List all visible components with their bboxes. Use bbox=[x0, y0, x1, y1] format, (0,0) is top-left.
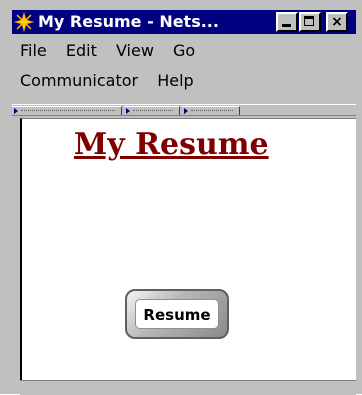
menu-bar: File Edit View Go Communicator Help bbox=[12, 36, 356, 102]
page-content: My Resume Resume bbox=[20, 118, 356, 380]
menu-go[interactable]: Go bbox=[173, 40, 195, 62]
menu-view[interactable]: View bbox=[116, 40, 154, 62]
toolbar-tab-personal[interactable] bbox=[182, 106, 240, 115]
title-bar[interactable]: My Resume - Nets... × bbox=[12, 10, 356, 34]
page-title: My Resume bbox=[74, 127, 269, 162]
close-icon: × bbox=[331, 14, 343, 30]
netscape-icon bbox=[14, 12, 34, 32]
window-title: My Resume - Nets... bbox=[38, 12, 219, 31]
expand-arrow-icon bbox=[126, 108, 130, 114]
status-bar bbox=[20, 380, 356, 395]
expand-arrow-icon bbox=[14, 108, 18, 114]
resume-button[interactable]: Resume bbox=[125, 289, 229, 339]
menu-edit[interactable]: Edit bbox=[66, 40, 97, 62]
menu-row-1: File Edit View Go bbox=[12, 40, 201, 66]
menu-communicator[interactable]: Communicator bbox=[20, 70, 138, 92]
toolbar-tab-location[interactable] bbox=[124, 106, 180, 115]
browser-window: My Resume - Nets... × File Edit View Go … bbox=[0, 0, 362, 395]
menu-file[interactable]: File bbox=[20, 40, 47, 62]
menu-row-2: Communicator Help bbox=[12, 70, 200, 96]
close-button[interactable]: × bbox=[326, 12, 348, 32]
menu-help[interactable]: Help bbox=[157, 70, 193, 92]
resume-button-label: Resume bbox=[135, 299, 219, 329]
minimize-icon bbox=[282, 24, 291, 27]
maximize-icon bbox=[304, 16, 314, 26]
expand-arrow-icon bbox=[184, 108, 188, 114]
toolbar-tab-navigation[interactable] bbox=[12, 106, 122, 115]
maximize-button[interactable] bbox=[299, 12, 321, 32]
minimize-button[interactable] bbox=[276, 12, 298, 32]
collapsed-toolbars bbox=[12, 104, 356, 116]
